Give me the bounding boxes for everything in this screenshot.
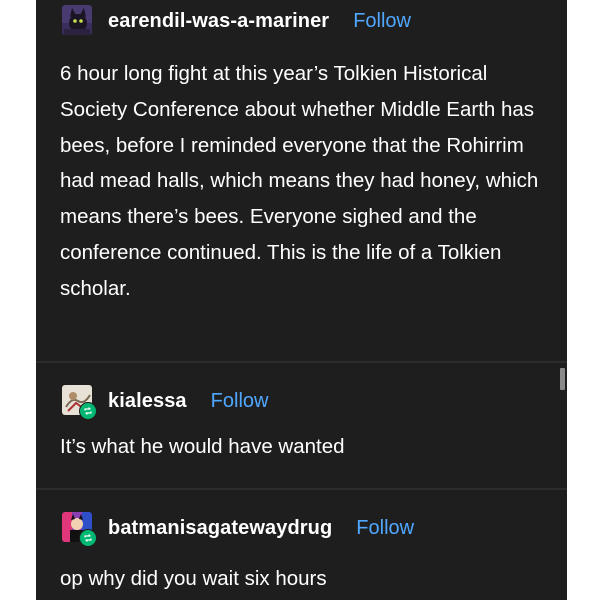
post-body: 6 hour long fight at this year’s Tolkien… (60, 62, 539, 300)
avatar[interactable] (60, 3, 96, 39)
divider (36, 361, 567, 363)
reblog-icon (79, 529, 97, 547)
post-earendil: earendil-was-a-mariner Follow 6 hour lon… (36, 0, 567, 361)
divider (36, 488, 567, 490)
username[interactable]: kialessa (108, 390, 187, 413)
tumblr-thread: earendil-was-a-mariner Follow 6 hour lon… (36, 0, 567, 600)
username[interactable]: batmanisagatewaydrug (108, 517, 332, 540)
post-kialessa: kialessa Follow It’s what he would have … (36, 364, 567, 488)
post-batmanisagatewaydrug: batmanisagatewaydrug Follow op why did y… (36, 491, 567, 600)
post-body: It’s what he would have wanted (60, 435, 345, 458)
post-header: earendil-was-a-mariner Follow (60, 3, 411, 39)
avatar[interactable] (60, 510, 97, 547)
follow-button[interactable]: Follow (353, 10, 411, 33)
post-header: batmanisagatewaydrug Follow (60, 510, 414, 547)
scrollbar-thumb[interactable] (560, 368, 565, 390)
avatar[interactable] (60, 383, 97, 420)
follow-button[interactable]: Follow (211, 390, 269, 413)
cat-avatar-icon (62, 5, 92, 35)
reblog-icon (79, 402, 97, 420)
post-header: kialessa Follow (60, 383, 269, 420)
follow-button[interactable]: Follow (356, 517, 414, 540)
post-body: op why did you wait six hours (60, 567, 327, 590)
username[interactable]: earendil-was-a-mariner (108, 10, 329, 33)
